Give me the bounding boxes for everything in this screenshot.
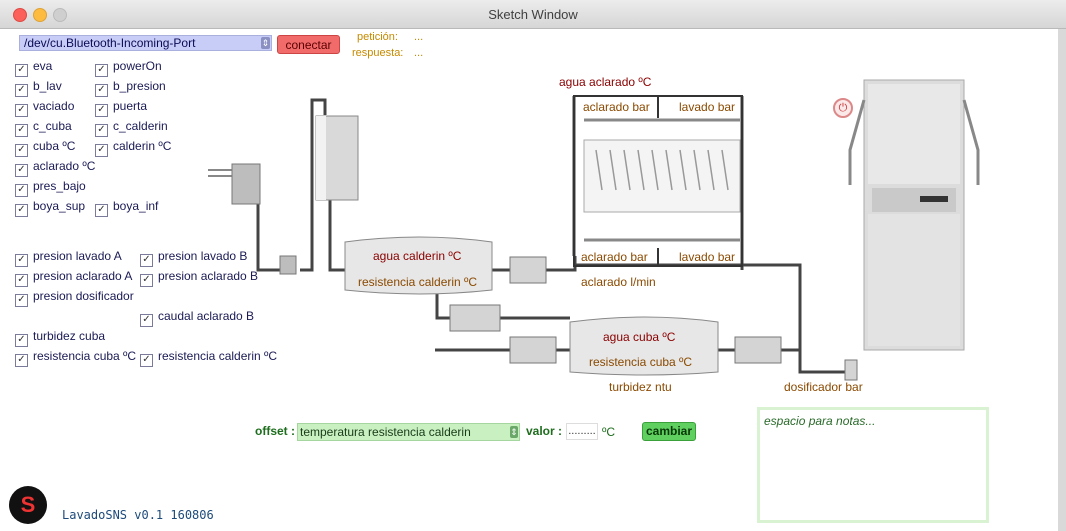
pump-2 [449, 304, 501, 332]
dishwasher-door [868, 214, 960, 346]
pump-4 [734, 336, 782, 364]
notes-textarea[interactable]: espacio para notas... [757, 407, 989, 523]
rinse-feed-pipe [545, 256, 577, 272]
logo-icon: S [20, 492, 36, 517]
app-window: Sketch Window /dev/cu.Bluetooth-Incoming… [0, 0, 1066, 531]
tank-highlight [316, 116, 326, 200]
offset-select-value: temperatura resistencia calderin [300, 425, 471, 439]
inlet-valve [231, 163, 261, 205]
label-agua-calderin: agua calderin ºC [373, 249, 462, 263]
label-lavado-bar-bottom: lavado bar [679, 250, 736, 264]
label-aclarado-lmin: aclarado l/min [581, 275, 656, 289]
pump-1 [509, 256, 547, 284]
version-label: LavadoSNS v0.1 160806 [62, 508, 214, 522]
tank-outlet-pipe [328, 200, 345, 272]
offset-select[interactable]: temperatura resistencia calderin ⇕ [297, 423, 520, 441]
label-resistencia-cuba: resistencia cuba ºC [589, 355, 693, 369]
small-valve [279, 255, 297, 275]
valor-label: valor : [526, 424, 563, 438]
pump-3 [509, 336, 557, 364]
label-agua-aclarado: agua aclarado ºC [559, 75, 652, 89]
label-agua-cuba: agua cuba ºC [603, 330, 676, 344]
power-button[interactable]: ⏻ [833, 98, 853, 118]
sammic-logo: S [9, 486, 47, 524]
dishwasher-display [920, 196, 948, 202]
label-aclarado-bar-top: aclarado bar [583, 100, 650, 114]
label-dosificador: dosificador bar [784, 380, 863, 394]
offset-label: offset : [255, 424, 295, 438]
valor-input[interactable]: ......... [566, 423, 598, 440]
chevron-updown-icon: ⇕ [510, 426, 518, 438]
notes-placeholder: espacio para notas... [764, 414, 876, 428]
label-turbidez: turbidez ntu [609, 380, 672, 394]
label-aclarado-bar-bottom: aclarado bar [581, 250, 648, 264]
dishwasher-hood [868, 84, 960, 184]
label-lavado-bar-top: lavado bar [679, 100, 736, 114]
dish-rack [583, 139, 741, 213]
window-edge [1058, 29, 1066, 531]
cambiar-button[interactable]: cambiar [642, 422, 696, 441]
valor-unit: ºC [602, 425, 616, 439]
dosifier [844, 359, 858, 381]
power-icon: ⏻ [838, 102, 848, 114]
label-resistencia-calderin: resistencia calderin ºC [358, 275, 478, 289]
